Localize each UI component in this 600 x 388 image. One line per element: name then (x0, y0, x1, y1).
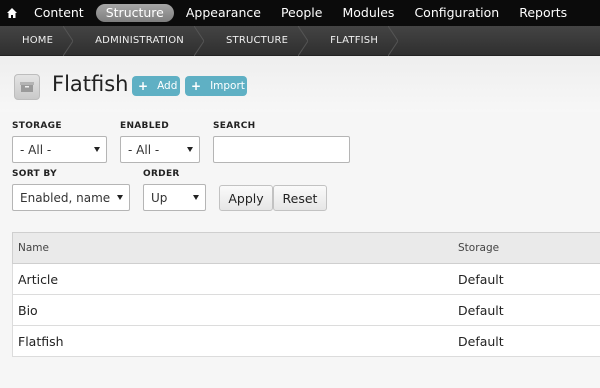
enabled-select[interactable]: - All - (120, 136, 200, 163)
breadcrumb-separator-icon (388, 25, 399, 56)
box-icon (14, 74, 40, 100)
row-name: Flatfish (18, 334, 64, 349)
toolbar-item-content[interactable]: Content (24, 4, 94, 22)
order-select-value: Up (151, 190, 168, 205)
toolbar-item-appearance[interactable]: Appearance (176, 4, 271, 22)
home-icon[interactable] (0, 0, 24, 26)
row-storage: Default (458, 303, 504, 318)
import-button[interactable]: + Import (185, 76, 247, 96)
sort-by-select-value: Enabled, name (20, 190, 111, 205)
toolbar-item-reports[interactable]: Reports (509, 4, 577, 22)
enabled-label: ENABLED (120, 121, 169, 131)
sort-by-select[interactable]: Enabled, name (12, 184, 130, 211)
dropdown-arrow-icon (187, 147, 193, 152)
breadcrumb: HOME ADMINISTRATION STRUCTURE FLATFISH (0, 25, 600, 56)
admin-toolbar: Content Structure Appearance People Modu… (0, 0, 600, 26)
column-header-storage[interactable]: Storage (458, 242, 499, 254)
breadcrumb-separator-icon (298, 25, 309, 56)
storage-select[interactable]: - All - (12, 136, 107, 163)
breadcrumb-administration[interactable]: ADMINISTRATION (73, 25, 204, 56)
breadcrumb-label: STRUCTURE (225, 34, 289, 46)
breadcrumb-separator-icon (193, 25, 204, 56)
row-name: Article (18, 272, 59, 287)
breadcrumb-home[interactable]: HOME (0, 25, 74, 56)
page-title: Flatfish (52, 72, 129, 96)
order-select[interactable]: Up (143, 184, 206, 211)
column-header-name[interactable]: Name (18, 242, 49, 254)
search-label: SEARCH (213, 121, 256, 131)
dropdown-arrow-icon (94, 147, 100, 152)
add-button-label: Add (157, 80, 178, 92)
breadcrumb-label: FLATFISH (330, 34, 379, 46)
dropdown-arrow-icon (117, 195, 123, 200)
table-row[interactable] (12, 295, 600, 326)
table-row[interactable] (12, 326, 600, 357)
add-button[interactable]: + Add (132, 76, 180, 96)
import-button-label: Import (210, 80, 245, 92)
row-storage: Default (458, 272, 504, 287)
row-name: Bio (18, 303, 38, 318)
breadcrumb-label: ADMINISTRATION (95, 34, 184, 46)
plus-icon: + (138, 79, 149, 93)
storage-label: STORAGE (12, 121, 62, 131)
breadcrumb-separator-icon (63, 25, 74, 56)
toolbar-item-configuration[interactable]: Configuration (404, 4, 509, 22)
reset-button[interactable]: Reset (273, 185, 327, 211)
enabled-select-value: - All - (128, 142, 160, 157)
toolbar-item-structure[interactable]: Structure (95, 4, 174, 22)
apply-button[interactable]: Apply (219, 185, 273, 211)
plus-icon: + (191, 79, 202, 93)
toolbar-item-people[interactable]: People (271, 4, 333, 22)
toolbar-item-modules[interactable]: Modules (332, 4, 404, 22)
breadcrumb-flatfish[interactable]: FLATFISH (308, 25, 399, 56)
dropdown-arrow-icon (193, 195, 199, 200)
table-row[interactable] (12, 264, 600, 295)
sort-by-label: SORT BY (12, 169, 57, 179)
breadcrumb-structure[interactable]: STRUCTURE (204, 25, 309, 56)
breadcrumb-label: HOME (22, 34, 54, 46)
table-header (12, 232, 600, 264)
order-label: ORDER (143, 169, 180, 179)
row-storage: Default (458, 334, 504, 349)
storage-select-value: - All - (20, 142, 52, 157)
search-input[interactable] (213, 136, 350, 163)
